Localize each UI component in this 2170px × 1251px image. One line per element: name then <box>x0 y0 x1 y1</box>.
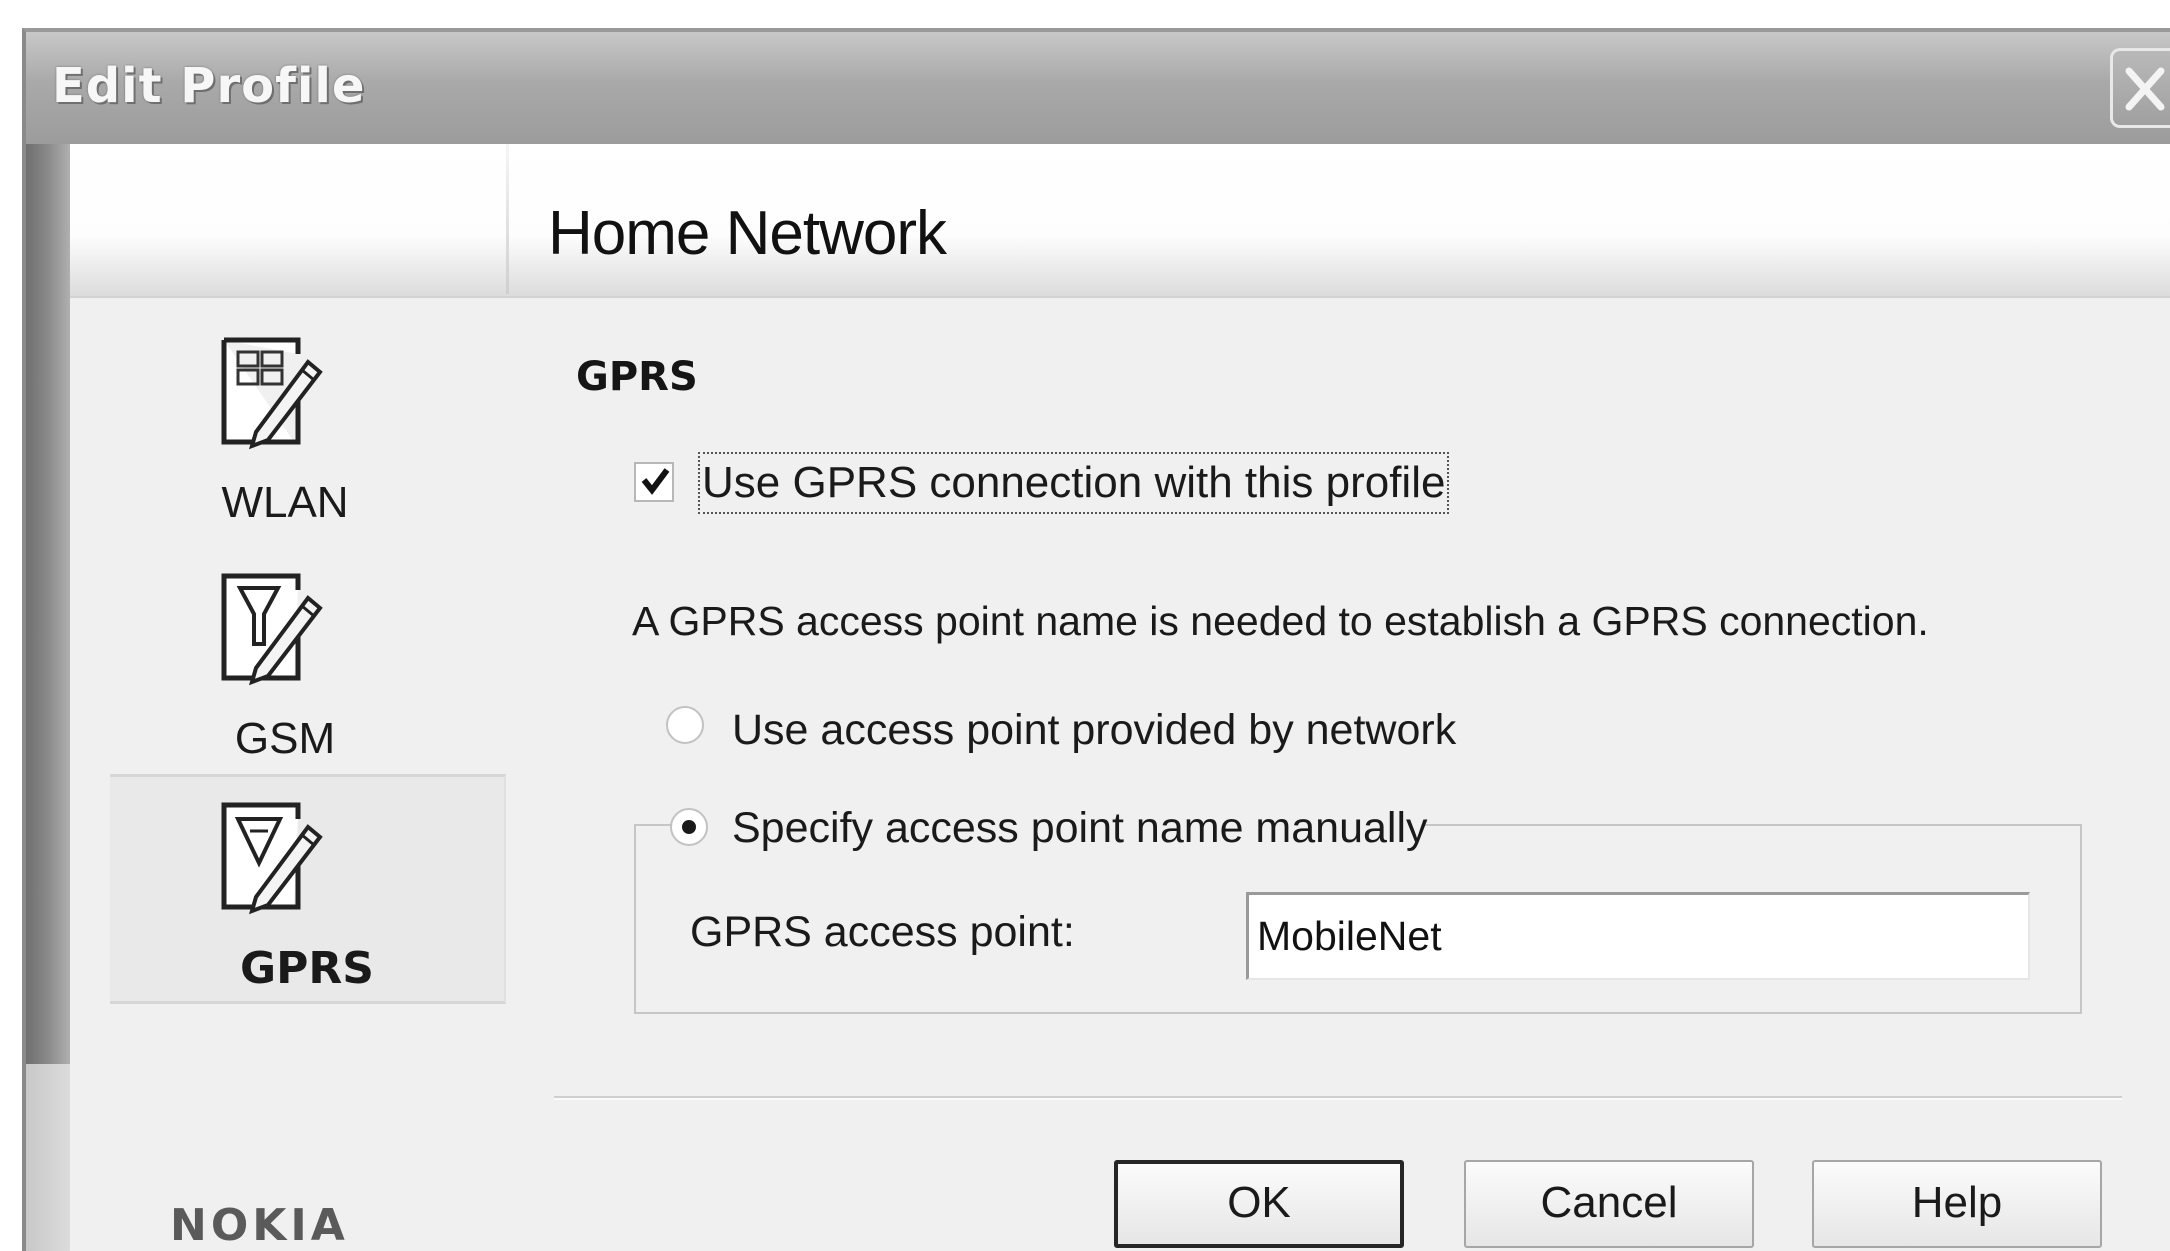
radio-specify-manually-label[interactable]: Specify access point name manually <box>732 804 1428 853</box>
window-left-edge <box>26 144 70 1064</box>
button-separator <box>554 1096 2122 1100</box>
window-title: Edit Profile <box>52 58 366 114</box>
page-title: Home Network <box>548 199 947 268</box>
use-gprs-checkbox[interactable] <box>634 462 674 502</box>
gprs-access-point-label: GPRS access point: <box>690 908 1075 956</box>
sidebar-item-gsm[interactable]: GSM <box>70 548 500 778</box>
sidebar-item-wlan[interactable]: WLAN <box>70 312 500 542</box>
title-bar[interactable]: Edit Profile <box>26 32 2170 144</box>
radio-use-network-ap-label[interactable]: Use access point provided by network <box>732 706 1456 755</box>
wlan-settings-icon <box>221 337 323 450</box>
window-left-edge-lower <box>26 1064 70 1251</box>
radio-use-network-ap[interactable] <box>666 706 704 744</box>
checkmark-icon <box>641 468 670 495</box>
radio-selected-dot <box>682 820 696 834</box>
sidebar-item-gprs[interactable]: GPRS <box>110 774 506 1004</box>
header-divider <box>506 144 509 294</box>
gsm-settings-icon <box>221 573 323 686</box>
gprs-access-point-input[interactable] <box>1246 892 2030 980</box>
sidebar-item-label: GPRS <box>240 943 374 994</box>
use-gprs-checkbox-label[interactable]: Use GPRS connection with this profile <box>698 452 1450 514</box>
info-text: A GPRS access point name is needed to es… <box>632 598 1929 644</box>
radio-specify-manually[interactable] <box>670 808 708 846</box>
cancel-button[interactable]: Cancel <box>1464 1160 1754 1248</box>
header-banner: Home Network <box>70 144 2170 298</box>
sidebar-item-label: GSM <box>234 714 336 763</box>
ok-button[interactable]: OK <box>1114 1160 1404 1248</box>
close-icon <box>2125 67 2165 111</box>
sidebar: WLAN GSM GPRS <box>70 298 506 1251</box>
section-title: GPRS <box>576 354 698 400</box>
close-button[interactable] <box>2110 48 2170 128</box>
sidebar-item-label: WLAN <box>221 478 349 527</box>
edit-profile-dialog: Edit Profile Home Network WLAN GSM GPRS … <box>22 28 2170 1251</box>
nokia-logo: NOKIA <box>170 1200 349 1251</box>
gprs-settings-icon <box>221 802 323 915</box>
help-button[interactable]: Help <box>1812 1160 2102 1248</box>
